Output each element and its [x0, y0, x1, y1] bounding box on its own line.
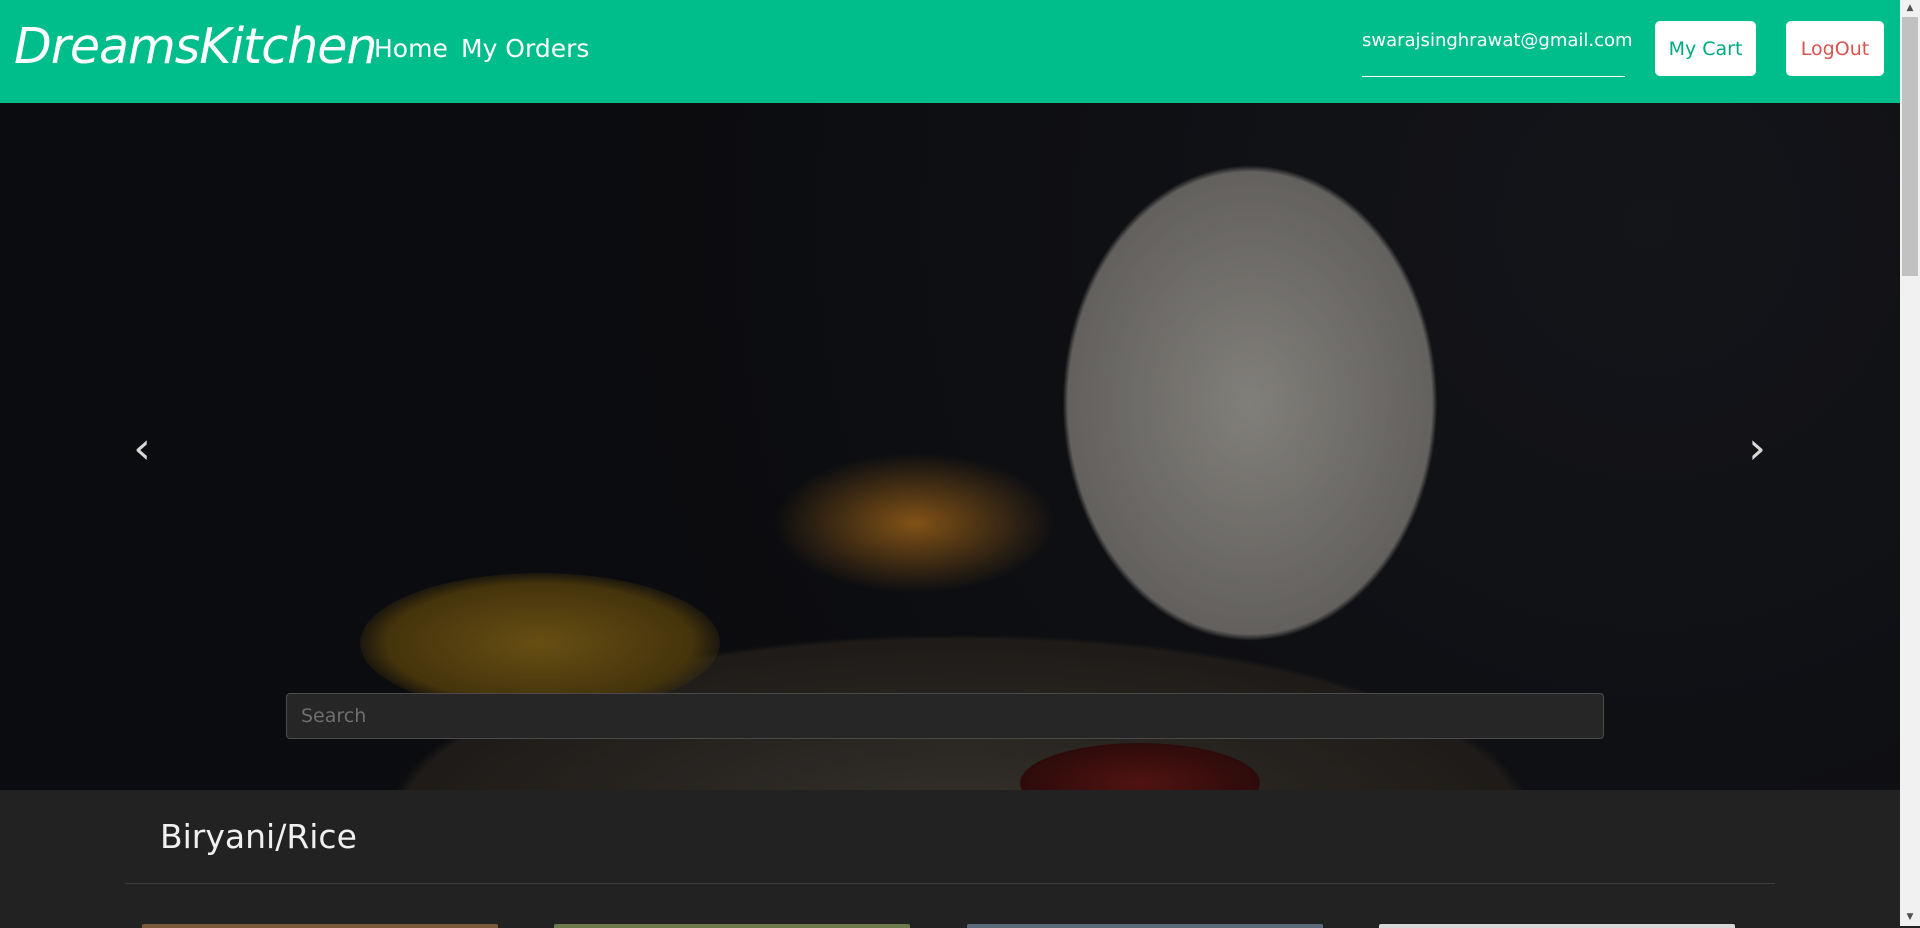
scrollbar[interactable]: ▲ ▼: [1900, 0, 1920, 926]
scrollbar-thumb[interactable]: [1902, 17, 1918, 276]
nav-link-my-orders[interactable]: My Orders: [461, 34, 589, 63]
top-navbar: DreamsKitchen Home My Orders swarajsingh…: [0, 0, 1900, 103]
scroll-down-icon[interactable]: ▼: [1900, 909, 1920, 926]
scroll-up-icon[interactable]: ▲: [1900, 0, 1920, 17]
logout-button[interactable]: LogOut: [1786, 21, 1884, 76]
food-card[interactable]: [1379, 924, 1735, 928]
my-cart-button[interactable]: My Cart: [1655, 21, 1756, 76]
chevron-left-icon[interactable]: ‹: [127, 427, 157, 471]
search-input[interactable]: [286, 693, 1604, 739]
food-card[interactable]: [554, 924, 910, 928]
category-section: Biryani/Rice: [0, 790, 1900, 928]
hero-carousel: ‹ ›: [0, 103, 1900, 790]
user-email: swarajsinghrawat@gmail.com: [1362, 30, 1633, 77]
chevron-right-icon[interactable]: ›: [1742, 427, 1772, 471]
nav-link-home[interactable]: Home: [374, 34, 448, 63]
food-card[interactable]: [967, 924, 1323, 928]
category-title: Biryani/Rice: [160, 817, 357, 856]
section-divider: [125, 883, 1775, 884]
food-card[interactable]: [142, 924, 498, 928]
brand-logo[interactable]: DreamsKitchen: [14, 18, 377, 75]
hero-overlay: [0, 103, 1900, 790]
